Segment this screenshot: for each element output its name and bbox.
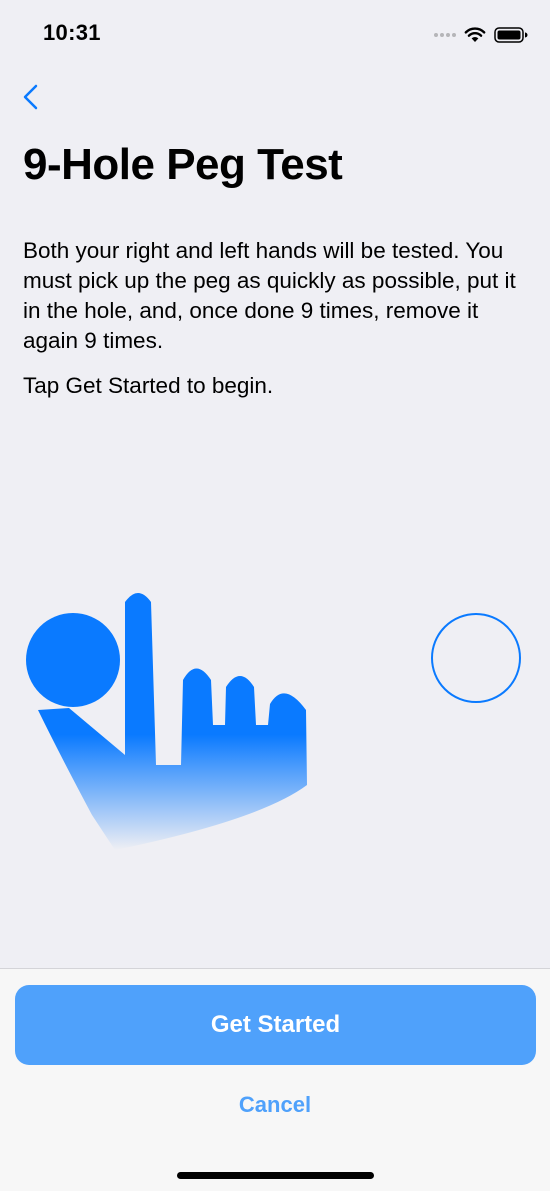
status-bar: 10:31 xyxy=(0,0,550,70)
cancel-button[interactable]: Cancel xyxy=(175,1087,375,1123)
hand-with-peg-icon xyxy=(26,593,307,850)
wifi-icon xyxy=(464,27,486,42)
peg-hole-icon xyxy=(431,613,521,703)
status-icons xyxy=(434,24,528,46)
tap-prompt-text: Tap Get Started to begin. xyxy=(23,373,274,398)
cellular-signal-icon xyxy=(434,33,456,37)
home-indicator xyxy=(177,1172,374,1179)
status-time: 10:31 xyxy=(43,20,101,45)
get-started-button[interactable]: Get Started xyxy=(15,985,536,1065)
page-title: 9-Hole Peg Test xyxy=(23,140,343,189)
battery-icon xyxy=(494,27,528,43)
peg-icon xyxy=(26,613,120,707)
chevron-left-icon xyxy=(23,84,38,110)
back-button[interactable] xyxy=(16,78,50,118)
instructions-text: Both your right and left hands will be t… xyxy=(23,238,516,353)
footer: Get Started Cancel xyxy=(0,968,550,1191)
